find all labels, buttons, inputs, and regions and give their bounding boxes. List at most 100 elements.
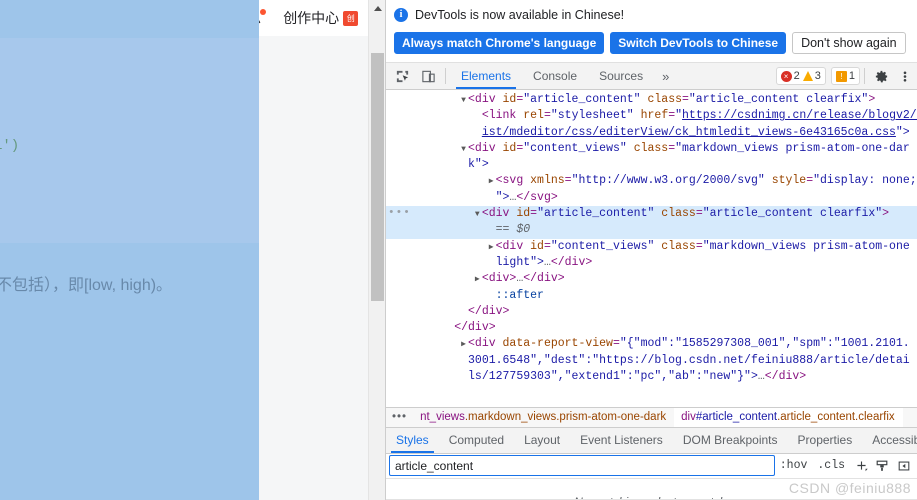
dom-tree-node[interactable]: ▼ <div id="content_views" class="markdown… <box>386 141 917 157</box>
expand-arrow-right-icon[interactable]: ▶ <box>487 240 496 255</box>
tab-computed[interactable]: Computed <box>439 428 514 453</box>
expand-arrow-right-icon[interactable]: ▶ <box>487 174 496 189</box>
tab-sources[interactable]: Sources <box>588 63 654 89</box>
dom-tree-node[interactable]: 3001.6548","dest":"https://blog.csdn.net… <box>386 353 917 369</box>
tab-console[interactable]: Console <box>522 63 588 89</box>
tab-styles[interactable]: Styles <box>386 428 439 453</box>
nav-item-creation-center[interactable]: 创作中心 创 <box>283 8 359 28</box>
breadcrumb-tag: div <box>681 410 696 423</box>
dom-token: light"> <box>495 255 544 269</box>
dom-token: id <box>516 207 531 221</box>
kebab-menu-icon[interactable] <box>893 63 917 89</box>
tab-label: Elements <box>461 69 512 83</box>
gear-icon[interactable] <box>869 63 893 89</box>
dom-token: "markdown_views prism-atom-one <box>702 239 910 253</box>
device-toolbar-icon[interactable] <box>415 63 441 89</box>
dom-tree-view[interactable]: ▼ <div id="article_content" class="articl… <box>386 90 917 407</box>
tab-properties[interactable]: Properties <box>788 428 863 453</box>
issues-counter-group[interactable]: ! 1 <box>830 67 860 85</box>
dom-indent <box>390 321 445 334</box>
dom-token: id <box>502 141 517 155</box>
dom-indent <box>390 289 487 302</box>
dom-tree-node[interactable]: ">…</svg> <box>386 190 917 206</box>
dom-token: ::after <box>495 288 544 302</box>
dom-token: id <box>530 239 544 253</box>
styles-pane-body: No matching selector or style CSDN @fein… <box>386 478 917 500</box>
toolbar-divider <box>445 68 446 84</box>
expand-arrow-down-icon[interactable]: ▼ <box>473 207 482 222</box>
dom-tree-node[interactable]: ist/mdeditor/css/editerView/ck_htmledit_… <box>386 125 917 141</box>
style-rule-icon[interactable] <box>871 456 893 476</box>
tab-layout[interactable]: Layout <box>514 428 570 453</box>
dom-token: style <box>771 174 807 188</box>
tab-elements[interactable]: Elements <box>450 63 522 89</box>
dom-tree-node[interactable]: <link rel="stylesheet" href="https://csd… <box>386 108 917 124</box>
message-count: 1 <box>848 70 855 82</box>
scrollbar-up-arrow-icon[interactable] <box>369 0 385 17</box>
dom-token: "http://www.w3.org/2000/svg" <box>571 174 765 188</box>
element-classes-button[interactable]: .cls <box>812 459 850 472</box>
breadcrumb: ••• nt_views.markdown_views.prism-atom-o… <box>386 406 917 428</box>
tab-dom-breakpoints[interactable]: DOM Breakpoints <box>673 428 788 453</box>
dom-tree-node[interactable]: == $0 <box>386 222 917 239</box>
dom-tree-node[interactable]: ::after <box>386 288 917 304</box>
tab-event-listeners[interactable]: Event Listeners <box>570 428 673 453</box>
error-counter[interactable]: × 2 <box>780 70 800 82</box>
dom-tree-node[interactable]: light">…</div> <box>386 255 917 271</box>
dom-token[interactable]: https://csdnimg.cn/release/blogv2/d <box>682 109 917 122</box>
warning-counter[interactable]: 3 <box>802 70 821 82</box>
dom-indent <box>390 142 459 155</box>
breadcrumb-item-content-views[interactable]: nt_views.markdown_views.prism-atom-one-d… <box>413 408 674 427</box>
dom-token: <link <box>481 109 524 123</box>
dom-tree-node[interactable]: ▶ <div>…</div> <box>386 271 917 287</box>
dom-tree-node[interactable]: k"> <box>386 157 917 173</box>
dom-tree-node[interactable]: ▶ <div data-report-view="{"mod":"15852973… <box>386 336 917 352</box>
dom-tree-node[interactable]: </div> <box>386 304 917 320</box>
dom-tree-node[interactable]: ls/127759303","extend1":"pc","ab":"new"}… <box>386 369 917 385</box>
expand-arrow-down-icon[interactable]: ▼ <box>459 93 468 108</box>
chevron-double-right-icon[interactable]: » <box>654 63 677 89</box>
dom-tree-node[interactable]: ▶ <div id="content_views" class="markdown… <box>386 239 917 255</box>
dom-indent <box>390 158 459 171</box>
hover-state-button[interactable]: :hov <box>775 459 813 472</box>
dom-token: </div> <box>523 272 565 286</box>
breadcrumb-item-article-content[interactable]: div#article_content.article_content.clea… <box>674 407 903 427</box>
dom-node-gutter-marker: ••• <box>388 207 411 220</box>
dom-token: "article_content" <box>537 207 655 221</box>
issue-counters[interactable]: × 2 3 <box>775 67 826 85</box>
always-match-language-button[interactable]: Always match Chrome's language <box>394 32 605 54</box>
inspect-element-icon[interactable] <box>389 63 415 89</box>
tab-accessibility[interactable]: Accessibility <box>862 428 917 453</box>
switch-to-chinese-button[interactable]: Switch DevTools to Chinese <box>610 32 787 54</box>
devtools-panel: i DevTools is now available in Chinese! … <box>385 0 917 500</box>
dom-token <box>634 109 641 122</box>
dom-token: > <box>868 93 876 106</box>
dom-tree-node[interactable]: ••• ▼ <div id="article_content" class="ar… <box>386 206 917 223</box>
dom-token: "markdown_views prism-atom-one-dar <box>675 141 910 155</box>
dom-token: 3001.6548","dest":"https://blog.csdn.net… <box>468 353 910 367</box>
message-counter[interactable]: ! 1 <box>835 70 855 82</box>
dom-indent <box>390 337 459 350</box>
dom-token <box>627 142 634 155</box>
expand-arrow-right-icon[interactable]: ▶ <box>473 272 482 287</box>
dom-token: </svg> <box>516 190 558 204</box>
dont-show-again-button[interactable]: Don't show again <box>792 32 906 54</box>
dom-token: </div> <box>454 321 496 335</box>
browser-vertical-scrollbar[interactable] <box>368 0 385 500</box>
dom-indent <box>390 256 487 269</box>
dom-tree-node[interactable]: ▶ <svg xmlns="http://www.w3.org/2000/svg"… <box>386 173 917 189</box>
styles-filter-input[interactable] <box>389 455 775 477</box>
scrollbar-thumb[interactable] <box>371 53 384 301</box>
dom-token: = <box>543 109 551 123</box>
breadcrumb-overflow-icon[interactable]: ••• <box>386 411 413 423</box>
dom-tree-node[interactable]: ▼ <div id="article_content" class="articl… <box>386 92 917 108</box>
expand-arrow-right-icon[interactable]: ▶ <box>459 337 468 352</box>
expand-arrow-down-icon[interactable]: ▼ <box>459 142 468 157</box>
panel-toggle-icon[interactable] <box>893 456 915 476</box>
dom-token[interactable]: ist/mdeditor/css/editerView/ck_htmledit_… <box>482 126 896 139</box>
plus-new-rule-icon[interactable] <box>850 459 871 472</box>
dom-tree-node[interactable]: </div> <box>386 320 917 336</box>
tab-label: Console <box>533 69 578 83</box>
